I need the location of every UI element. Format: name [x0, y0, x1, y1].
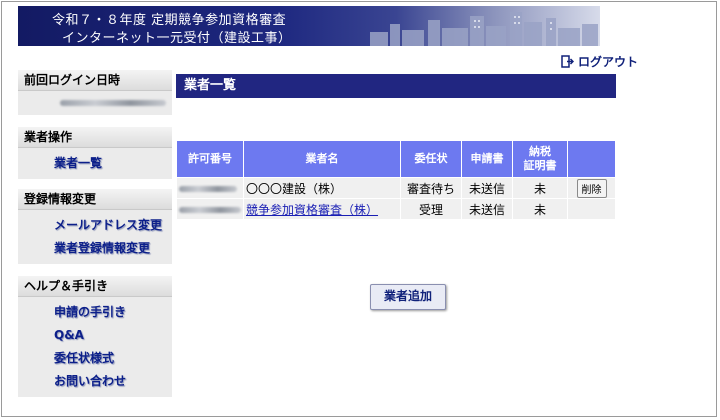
- site-banner: 令和７・８年度 定期競争参加資格審査 インターネット一元受付（建設工事）: [18, 6, 600, 46]
- col-tax-certificate: 納税 証明書: [513, 141, 567, 177]
- sidebar-registration: 登録情報変更 メールアドレス変更 業者登録情報変更: [18, 189, 172, 264]
- operations-heading: 業者操作: [18, 127, 172, 148]
- sidebar-last-login: 前回ログイン日時: [18, 70, 172, 115]
- table-header-row: 許可番号 業者名 委任状 申請書 納税 証明書: [177, 141, 615, 177]
- delete-button[interactable]: 削除: [576, 178, 607, 198]
- sidebar-item-vendor-info-change[interactable]: 業者登録情報変更: [18, 237, 172, 260]
- tax-status: 未: [513, 199, 567, 219]
- logout-link[interactable]: ログアウト: [561, 53, 638, 69]
- table-row: 〇〇〇建設（株） 審査待ち 未送信 未 削除: [177, 178, 615, 198]
- permit-number-redacted: [177, 178, 243, 198]
- proxy-status: 受理: [401, 199, 461, 219]
- last-login-heading: 前回ログイン日時: [18, 70, 172, 91]
- company-name: 〇〇〇建設（株）: [244, 178, 400, 198]
- col-actions: [568, 141, 615, 177]
- logout-icon: [561, 54, 574, 68]
- sidebar-item-proxy-form[interactable]: 委任状様式: [18, 347, 172, 370]
- permit-number-redacted: [177, 199, 243, 219]
- col-application: 申請書: [462, 141, 512, 177]
- company-name-link[interactable]: 競争参加資格審査（株）: [246, 203, 378, 217]
- sidebar-operations: 業者操作 業者一覧: [18, 127, 172, 179]
- sidebar-item-faq[interactable]: Q&A: [18, 324, 172, 347]
- sidebar-item-guide[interactable]: 申請の手引き: [18, 301, 172, 324]
- tax-status: 未: [513, 178, 567, 198]
- col-proxy: 委任状: [401, 141, 461, 177]
- banner-title-line1: 令和７・８年度 定期競争参加資格審査: [52, 13, 287, 28]
- add-vendor-button[interactable]: 業者追加: [370, 284, 446, 310]
- action-cell: [568, 199, 615, 219]
- logout-label: ログアウト: [578, 54, 639, 69]
- banner-title-line2: インターネット一元受付（建設工事）: [62, 31, 292, 46]
- page-title: 業者一覧: [176, 74, 616, 98]
- sidebar-item-email-change[interactable]: メールアドレス変更: [18, 214, 172, 237]
- col-permit-number: 許可番号: [177, 141, 243, 177]
- help-heading: ヘルプ＆手引き: [18, 276, 172, 297]
- application-status: 未送信: [462, 199, 512, 219]
- vendor-table: 許可番号 業者名 委任状 申請書 納税 証明書 〇〇〇建設（株） 審査待ち 未送…: [176, 140, 616, 220]
- col-company-name: 業者名: [244, 141, 400, 177]
- company-name-link-cell: 競争参加資格審査（株）: [244, 199, 400, 219]
- table-row: 競争参加資格審査（株） 受理 未送信 未: [177, 199, 615, 219]
- registration-heading: 登録情報変更: [18, 189, 172, 210]
- sidebar-item-vendor-list[interactable]: 業者一覧: [18, 152, 172, 175]
- sidebar-help: ヘルプ＆手引き 申請の手引き Q&A 委任状様式 お問い合わせ: [18, 276, 172, 397]
- sidebar-item-contact[interactable]: お問い合わせ: [18, 370, 172, 393]
- application-status: 未送信: [462, 178, 512, 198]
- proxy-status: 審査待ち: [401, 178, 461, 198]
- city-skyline-image: [370, 12, 598, 46]
- last-login-value-redacted: [60, 99, 166, 106]
- action-cell: 削除: [568, 178, 615, 198]
